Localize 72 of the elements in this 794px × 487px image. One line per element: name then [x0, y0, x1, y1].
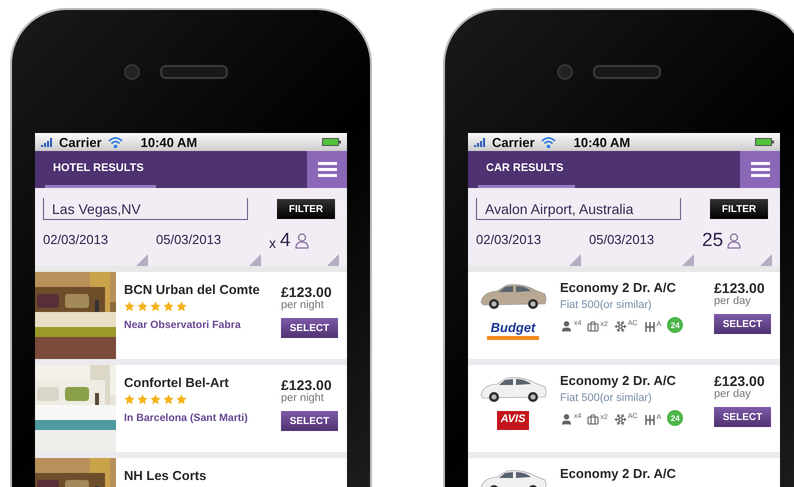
price-unit: per night — [281, 300, 324, 310]
guest-count[interactable]: 4 — [280, 230, 291, 252]
car-class: Economy 2 Dr. A/C — [560, 466, 677, 481]
camera-icon — [124, 64, 140, 80]
suitcase-icon — [587, 414, 600, 426]
wifi-icon — [108, 136, 123, 148]
carrier-name: Carrier — [59, 134, 102, 150]
star-icon — [176, 301, 187, 312]
car-model: Fiat 500(or similar) — [560, 392, 653, 404]
guest-count[interactable]: 25 — [702, 230, 724, 252]
signal-icon — [474, 138, 486, 146]
suitcase-icon — [587, 321, 600, 333]
hotel-location: In Barcelona (Sant Marti) — [124, 412, 249, 424]
hotel-card[interactable]: NH Les Corts — [35, 458, 347, 487]
select-button[interactable]: SELECT — [714, 407, 771, 427]
car-class: Economy 2 Dr. A/C — [560, 373, 677, 388]
price-unit: per day — [714, 296, 751, 306]
location-field[interactable]: Las Vegas,NV — [43, 198, 248, 220]
person-icon — [294, 233, 309, 249]
car-model: Fiat 500(or similar) — [560, 299, 653, 311]
camera-icon — [557, 64, 573, 80]
star-icon — [163, 394, 174, 405]
signal-icon — [41, 138, 53, 146]
star-icon — [176, 394, 187, 405]
price: £123.00 — [714, 280, 765, 296]
filter-button[interactable]: FILTER — [710, 199, 768, 219]
star-icon — [137, 301, 148, 312]
clock-time: 10:40 AM — [140, 134, 198, 150]
hotel-location: Near Observatori Fabra — [124, 319, 242, 331]
speaker-icon — [160, 64, 228, 78]
hotel-name: Confortel Bel-Art — [124, 375, 230, 390]
star-icon — [150, 301, 161, 312]
gearshift-icon — [644, 414, 656, 426]
star-icon — [124, 394, 135, 405]
wifi-icon — [540, 136, 556, 148]
price: £123.00 — [281, 284, 332, 300]
menu-button[interactable] — [307, 151, 347, 188]
person-icon — [727, 233, 742, 249]
select-button[interactable]: SELECT — [281, 411, 338, 431]
car-card[interactable]: Economy 2 Dr. A/C — [468, 458, 780, 487]
company-logo: AVIS — [496, 411, 530, 430]
select-button[interactable]: SELECT — [281, 318, 338, 338]
clock-time: 10:40 AM — [574, 134, 630, 150]
battery-icon — [755, 138, 774, 146]
battery-icon — [322, 138, 341, 146]
select-button[interactable]: SELECT — [714, 314, 771, 334]
price: £123.00 — [714, 373, 765, 389]
speaker-icon — [593, 64, 661, 78]
hotel-name: BCN Urban del Comte — [124, 282, 261, 297]
star-icon — [150, 394, 161, 405]
star-icon — [124, 301, 135, 312]
person-icon — [560, 320, 573, 333]
location-field[interactable]: Avalon Airport, Australia — [476, 198, 681, 220]
hotel-name: NH Les Corts — [124, 468, 208, 483]
person-icon — [560, 413, 573, 426]
price-unit: per night — [281, 393, 324, 403]
snowflake-icon — [614, 320, 627, 333]
car-class: Economy 2 Dr. A/C — [560, 280, 677, 295]
hotel-card[interactable]: BCN Urban del Comte Near Observatori Fabra £123.00 per night SELECT — [35, 272, 347, 359]
snowflake-icon — [614, 413, 627, 426]
badge: 24 — [667, 317, 684, 333]
badge: 24 — [667, 410, 684, 426]
guest-prefix: x — [269, 234, 276, 251]
carrier-name: Carrier — [492, 134, 535, 150]
hotel-card[interactable]: Confortel Bel-Art In Barcelona (Sant Marti) £123.00 per night SELECT — [35, 365, 347, 452]
star-icon — [137, 394, 148, 405]
star-icon — [163, 301, 174, 312]
price-unit: per day — [714, 389, 751, 399]
gearshift-icon — [644, 321, 656, 333]
price: £123.00 — [281, 377, 332, 393]
filter-button[interactable]: FILTER — [277, 199, 335, 219]
menu-button[interactable] — [740, 151, 780, 188]
